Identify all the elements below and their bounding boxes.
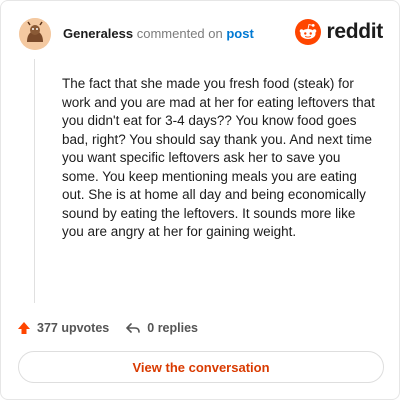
thread-line [34, 59, 35, 303]
upvote-count: 377 upvotes [37, 321, 110, 335]
comment-action-text: commented on [136, 26, 223, 41]
reply-count: 0 replies [147, 321, 198, 335]
replies-button[interactable]: 0 replies [125, 321, 198, 335]
user-avatar[interactable] [19, 18, 51, 50]
avatar-icon [19, 18, 51, 50]
reddit-wordmark: reddit [326, 20, 383, 43]
reddit-snoo-icon [295, 19, 322, 45]
view-conversation-button[interactable]: View the conversation [18, 351, 384, 383]
comment-username[interactable]: Generaless [63, 26, 133, 41]
reply-arrow-icon [126, 323, 141, 333]
post-link[interactable]: post [226, 26, 253, 41]
comment-byline: Generaless commented on post [63, 26, 254, 42]
comment-body: The fact that she made you fresh food (s… [62, 76, 375, 239]
comment-actions: 377 upvotes 0 replies [17, 319, 198, 337]
upvote-button[interactable]: 377 upvotes [17, 321, 109, 335]
comment-header: Generaless commented on post reddit [19, 17, 383, 51]
view-conversation-label: View the conversation [132, 359, 270, 375]
upvote-arrow-icon [18, 322, 30, 334]
reddit-logo[interactable]: reddit [295, 19, 383, 45]
comment-card: Generaless commented on post reddit The … [0, 0, 400, 400]
